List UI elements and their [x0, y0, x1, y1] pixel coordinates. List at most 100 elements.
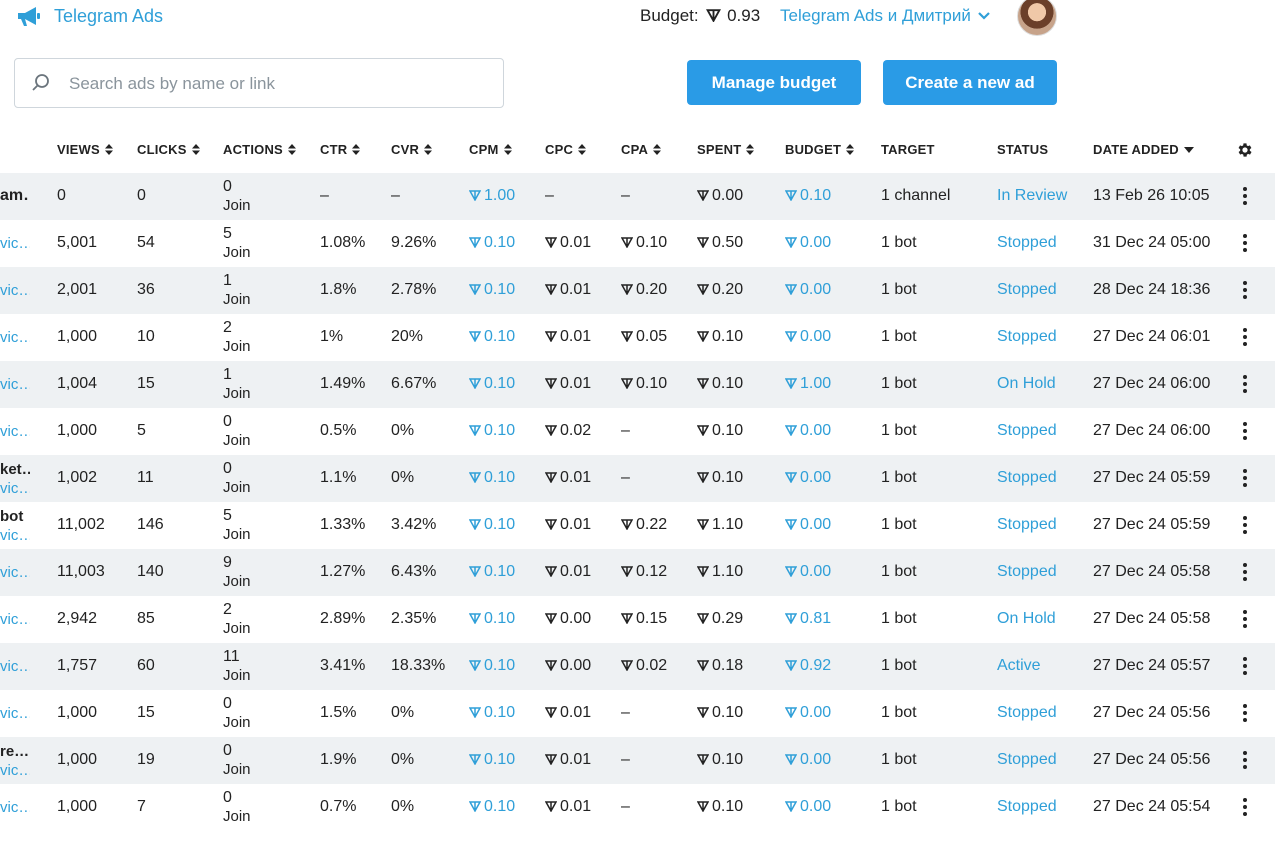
more-options-icon[interactable]: [1241, 375, 1249, 395]
ad-link[interactable]: vic…: [0, 423, 30, 440]
cell-status[interactable]: Stopped: [997, 422, 1057, 440]
ad-link[interactable]: vic…: [0, 329, 30, 346]
more-options-icon[interactable]: [1241, 328, 1249, 348]
cell-budget[interactable]: 0.00: [785, 704, 831, 722]
cell-cpm[interactable]: 0.10: [469, 751, 515, 769]
cell-cpm[interactable]: 0.10: [469, 469, 515, 487]
column-header-budget[interactable]: BUDGET: [785, 142, 855, 157]
cell-cpm[interactable]: 0.10: [469, 657, 515, 675]
column-header-date-added[interactable]: DATE ADDED: [1093, 142, 1194, 157]
create-ad-button[interactable]: Create a new ad: [883, 60, 1057, 105]
cell-status[interactable]: Stopped: [997, 798, 1057, 816]
cell-budget[interactable]: 0.81: [785, 610, 831, 628]
cell-status[interactable]: Stopped: [997, 234, 1057, 252]
more-options-icon[interactable]: [1241, 234, 1249, 254]
ad-name[interactable]: re…: [0, 743, 30, 760]
ad-link[interactable]: vic…: [0, 282, 30, 299]
cell-status[interactable]: Stopped: [997, 751, 1057, 769]
cell-status[interactable]: On Hold: [997, 610, 1056, 628]
table-row[interactable]: vic… 1,000 7 0 Join 0.7% 0% 0.10 0.01 – 0.10 0.00 1 …: [0, 784, 1275, 831]
cell-budget[interactable]: 0.00: [785, 751, 831, 769]
ad-link[interactable]: vic…: [0, 705, 30, 722]
cell-status[interactable]: Stopped: [997, 563, 1057, 581]
cell-budget[interactable]: 0.00: [785, 798, 831, 816]
cell-status[interactable]: Stopped: [997, 328, 1057, 346]
cell-budget[interactable]: 0.00: [785, 469, 831, 487]
manage-budget-button[interactable]: Manage budget: [687, 60, 861, 105]
gear-icon[interactable]: [1236, 141, 1254, 159]
cell-cpm[interactable]: 0.10: [469, 610, 515, 628]
table-row[interactable]: vic… 11,003 140 9 Join 1.27% 6.43% 0.10 0.01 0.12…: [0, 549, 1275, 596]
column-header-clicks[interactable]: CLICKS: [137, 142, 200, 157]
cell-budget[interactable]: 0.00: [785, 234, 831, 252]
ad-link[interactable]: vic…: [0, 376, 30, 393]
cell-cpm[interactable]: 0.10: [469, 328, 515, 346]
more-options-icon[interactable]: [1241, 751, 1249, 771]
ad-link[interactable]: vic…: [0, 527, 30, 544]
cell-budget[interactable]: 0.00: [785, 328, 831, 346]
avatar[interactable]: [1017, 0, 1057, 36]
cell-status[interactable]: Stopped: [997, 516, 1057, 534]
cell-budget[interactable]: 0.10: [785, 187, 831, 205]
ad-name[interactable]: bot: [0, 508, 30, 525]
more-options-icon[interactable]: [1241, 516, 1249, 536]
account-switcher[interactable]: Telegram Ads и Дмитрий: [780, 6, 991, 26]
ad-link[interactable]: vic…: [0, 658, 30, 675]
brand-logo[interactable]: Telegram Ads: [16, 5, 163, 27]
cell-status[interactable]: On Hold: [997, 375, 1056, 393]
column-header-cpm[interactable]: CPM: [469, 142, 512, 157]
ad-link[interactable]: vic…: [0, 480, 30, 497]
cell-status[interactable]: Stopped: [997, 281, 1057, 299]
table-row[interactable]: vic… 2,942 85 2 Join 2.89% 2.35% 0.10 0.00 0.15 0.…: [0, 596, 1275, 643]
cell-budget[interactable]: 0.00: [785, 422, 831, 440]
cell-cpm[interactable]: 1.00: [469, 187, 515, 205]
ad-name[interactable]: ket…: [0, 461, 30, 478]
cell-budget[interactable]: 0.00: [785, 563, 831, 581]
cell-cpm[interactable]: 0.10: [469, 422, 515, 440]
column-header-cvr[interactable]: CVR: [391, 142, 433, 157]
cell-budget[interactable]: 0.00: [785, 516, 831, 534]
more-options-icon[interactable]: [1241, 563, 1249, 583]
more-options-icon[interactable]: [1241, 610, 1249, 630]
cell-budget[interactable]: 0.00: [785, 281, 831, 299]
table-row[interactable]: vic… 5,001 54 5 Join 1.08% 9.26% 0.10 0.01 0.10 0.…: [0, 220, 1275, 267]
ad-name[interactable]: am…: [0, 187, 30, 205]
more-options-icon[interactable]: [1241, 469, 1249, 489]
cell-budget[interactable]: 1.00: [785, 375, 831, 393]
table-row[interactable]: re… vic… 1,000 19 0 Join 1.9% 0% 0.10 0.01 – 0.10 0.…: [0, 737, 1275, 784]
table-row[interactable]: am… 0 0 0 Join – – 1.00 – – 0.00 0.10 1 channel In Re…: [0, 173, 1275, 220]
column-header-cpc[interactable]: CPC: [545, 142, 587, 157]
ad-link[interactable]: vic…: [0, 762, 30, 779]
ad-link[interactable]: vic…: [0, 564, 30, 581]
table-row[interactable]: vic… 1,000 15 0 Join 1.5% 0% 0.10 0.01 – 0.10 0.00 1…: [0, 690, 1275, 737]
cell-cpm[interactable]: 0.10: [469, 563, 515, 581]
column-header-cpa[interactable]: CPA: [621, 142, 662, 157]
ad-link[interactable]: vic…: [0, 611, 30, 628]
cell-budget[interactable]: 0.92: [785, 657, 831, 675]
cell-status[interactable]: Stopped: [997, 704, 1057, 722]
cell-cpm[interactable]: 0.10: [469, 234, 515, 252]
table-row[interactable]: vic… 1,004 15 1 Join 1.49% 6.67% 0.10 0.01 0.10 0.…: [0, 361, 1275, 408]
table-row[interactable]: bot vic… 11,002 146 5 Join 1.33% 3.42% 0.10 0.01 0…: [0, 502, 1275, 549]
table-row[interactable]: vic… 1,000 5 0 Join 0.5% 0% 0.10 0.02 – 0.10 0.00 1 …: [0, 408, 1275, 455]
more-options-icon[interactable]: [1241, 798, 1249, 818]
table-row[interactable]: vic… 1,000 10 2 Join 1% 20% 0.10 0.01 0.05 0.10 0.0…: [0, 314, 1275, 361]
cell-cpm[interactable]: 0.10: [469, 516, 515, 534]
cell-cpm[interactable]: 0.10: [469, 704, 515, 722]
table-row[interactable]: vic… 2,001 36 1 Join 1.8% 2.78% 0.10 0.01 0.20 0.2…: [0, 267, 1275, 314]
table-row[interactable]: vic… 1,757 60 11 Join 3.41% 18.33% 0.10 0.00 0.02…: [0, 643, 1275, 690]
ad-link[interactable]: vic…: [0, 235, 30, 252]
column-header-actions[interactable]: ACTIONS: [223, 142, 296, 157]
column-header-ctr[interactable]: CTR: [320, 142, 361, 157]
search-input[interactable]: [69, 71, 489, 97]
more-options-icon[interactable]: [1241, 281, 1249, 301]
cell-cpm[interactable]: 0.10: [469, 281, 515, 299]
ad-link[interactable]: vic…: [0, 799, 30, 816]
more-options-icon[interactable]: [1241, 187, 1249, 207]
table-row[interactable]: ket… vic… 1,002 11 0 Join 1.1% 0% 0.10 0.01 – 0.10 0…: [0, 455, 1275, 502]
column-header-spent[interactable]: SPENT: [697, 142, 755, 157]
cell-cpm[interactable]: 0.10: [469, 798, 515, 816]
column-header-views[interactable]: VIEWS: [57, 142, 113, 157]
more-options-icon[interactable]: [1241, 704, 1249, 724]
more-options-icon[interactable]: [1241, 657, 1249, 677]
